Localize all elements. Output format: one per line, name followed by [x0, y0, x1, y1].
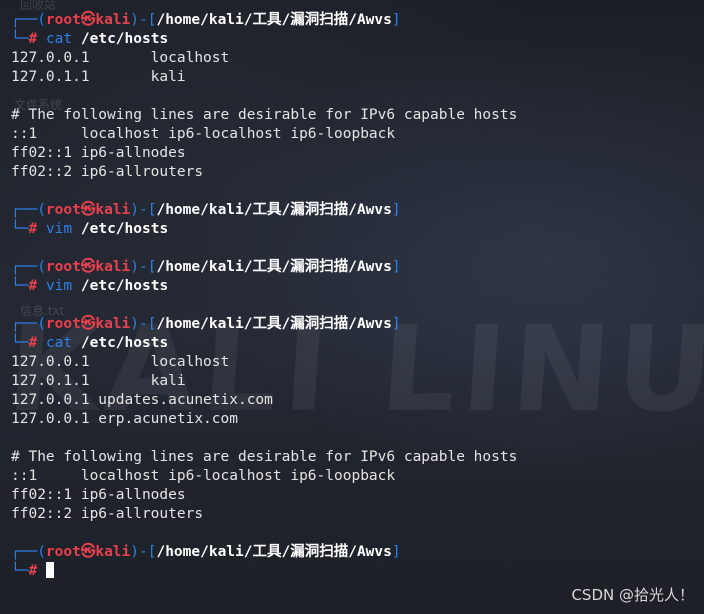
output-line: ff02::1 ip6-allnodes — [11, 487, 186, 503]
prompt-at-symbol: ㉿ — [80, 544, 96, 560]
output-line: ff02::2 ip6-allrouters — [11, 506, 204, 522]
command-name: cat — [45, 31, 73, 47]
prompt-host: kali — [95, 202, 131, 218]
prompt-host: kali — [95, 316, 131, 332]
command-line: └─# — [11, 562, 704, 581]
prompt-bracket-close: ] — [391, 259, 401, 275]
prompt-bracket: )-[ — [130, 259, 157, 275]
command-line: └─# vim /etc/hosts — [11, 277, 704, 296]
prompt-line: ┌──(root㉿kali)-[/home/kali/工具/漏洞扫描/Awvs] — [11, 543, 704, 562]
prompt-at-symbol: ㉿ — [80, 259, 96, 275]
prompt-bracket: )-[ — [130, 544, 157, 560]
output-line: # The following lines are desirable for … — [11, 449, 518, 465]
prompt-corner-top: ┌──( — [11, 259, 46, 275]
prompt-corner-top: ┌──( — [11, 316, 46, 332]
prompt-bracket: )-[ — [130, 316, 157, 332]
prompt-host: kali — [95, 544, 131, 560]
terminal-output[interactable]: ┌──(root㉿kali)-[/home/kali/工具/漏洞扫描/Awvs]… — [11, 11, 704, 581]
command-name: vim — [45, 221, 73, 237]
prompt-path: /home/kali/工具/漏洞扫描/Awvs — [156, 202, 392, 218]
prompt-path: /home/kali/工具/漏洞扫描/Awvs — [156, 544, 392, 560]
prompt-bracket-close: ] — [391, 544, 401, 560]
prompt-line: ┌──(root㉿kali)-[/home/kali/工具/漏洞扫描/Awvs] — [11, 201, 704, 220]
output-line: 127.0.0.1 erp.acunetix.com — [11, 411, 238, 427]
prompt-corner-bottom: └─ — [11, 563, 29, 579]
output-line: ff02::1 ip6-allnodes — [11, 145, 186, 161]
command-name: vim — [45, 278, 73, 294]
output-line: 127.0.1.1 kali — [11, 69, 186, 85]
prompt-at-symbol: ㉿ — [80, 12, 96, 28]
terminal-cursor[interactable] — [45, 562, 54, 578]
command-line: └─# vim /etc/hosts — [11, 220, 704, 239]
command-argument: /etc/hosts — [80, 335, 169, 351]
output-line: ::1 localhost ip6-localhost ip6-loopback — [11, 126, 396, 142]
prompt-hash: # — [28, 221, 38, 237]
prompt-corner-bottom: └─ — [11, 31, 29, 47]
output-line: 127.0.1.1 kali — [11, 373, 186, 389]
prompt-hash: # — [28, 31, 38, 47]
prompt-line: ┌──(root㉿kali)-[/home/kali/工具/漏洞扫描/Awvs] — [11, 315, 704, 334]
prompt-bracket: )-[ — [130, 12, 157, 28]
prompt-host: kali — [95, 12, 131, 28]
output-line: 127.0.0.1 localhost — [11, 50, 230, 66]
prompt-corner-bottom: └─ — [11, 335, 29, 351]
prompt-bracket-close: ] — [391, 316, 401, 332]
prompt-bracket: )-[ — [130, 202, 157, 218]
output-line: 127.0.0.1 updates.acunetix.com — [11, 392, 273, 408]
prompt-hash: # — [28, 335, 38, 351]
prompt-user: root — [45, 202, 81, 218]
prompt-corner-top: ┌──( — [11, 202, 46, 218]
prompt-hash: # — [28, 563, 38, 579]
prompt-user: root — [45, 544, 81, 560]
prompt-hash: # — [28, 278, 38, 294]
command-argument: /etc/hosts — [80, 221, 169, 237]
prompt-line: ┌──(root㉿kali)-[/home/kali/工具/漏洞扫描/Awvs] — [11, 11, 704, 30]
prompt-corner-bottom: └─ — [11, 221, 29, 237]
prompt-host: kali — [95, 259, 131, 275]
prompt-path: /home/kali/工具/漏洞扫描/Awvs — [156, 12, 392, 28]
command-argument: /etc/hosts — [80, 278, 169, 294]
prompt-user: root — [45, 316, 81, 332]
command-argument: /etc/hosts — [80, 31, 169, 47]
prompt-bracket-close: ] — [391, 12, 401, 28]
prompt-bracket-close: ] — [391, 202, 401, 218]
output-line: ff02::2 ip6-allrouters — [11, 164, 204, 180]
prompt-user: root — [45, 259, 81, 275]
prompt-corner-bottom: └─ — [11, 278, 29, 294]
prompt-user: root — [45, 12, 81, 28]
prompt-corner-top: ┌──( — [11, 544, 46, 560]
output-line: # The following lines are desirable for … — [11, 107, 518, 123]
prompt-at-symbol: ㉿ — [80, 202, 96, 218]
command-line: └─# cat /etc/hosts — [11, 334, 704, 353]
command-name: cat — [45, 335, 73, 351]
prompt-line: ┌──(root㉿kali)-[/home/kali/工具/漏洞扫描/Awvs] — [11, 258, 704, 277]
output-line: ::1 localhost ip6-localhost ip6-loopback — [11, 468, 396, 484]
prompt-corner-top: ┌──( — [11, 12, 46, 28]
prompt-path: /home/kali/工具/漏洞扫描/Awvs — [156, 316, 392, 332]
csdn-watermark: CSDN @拾光人！ — [571, 586, 694, 604]
command-line: └─# cat /etc/hosts — [11, 30, 704, 49]
prompt-path: /home/kali/工具/漏洞扫描/Awvs — [156, 259, 392, 275]
output-line: 127.0.0.1 localhost — [11, 354, 230, 370]
prompt-at-symbol: ㉿ — [80, 316, 96, 332]
